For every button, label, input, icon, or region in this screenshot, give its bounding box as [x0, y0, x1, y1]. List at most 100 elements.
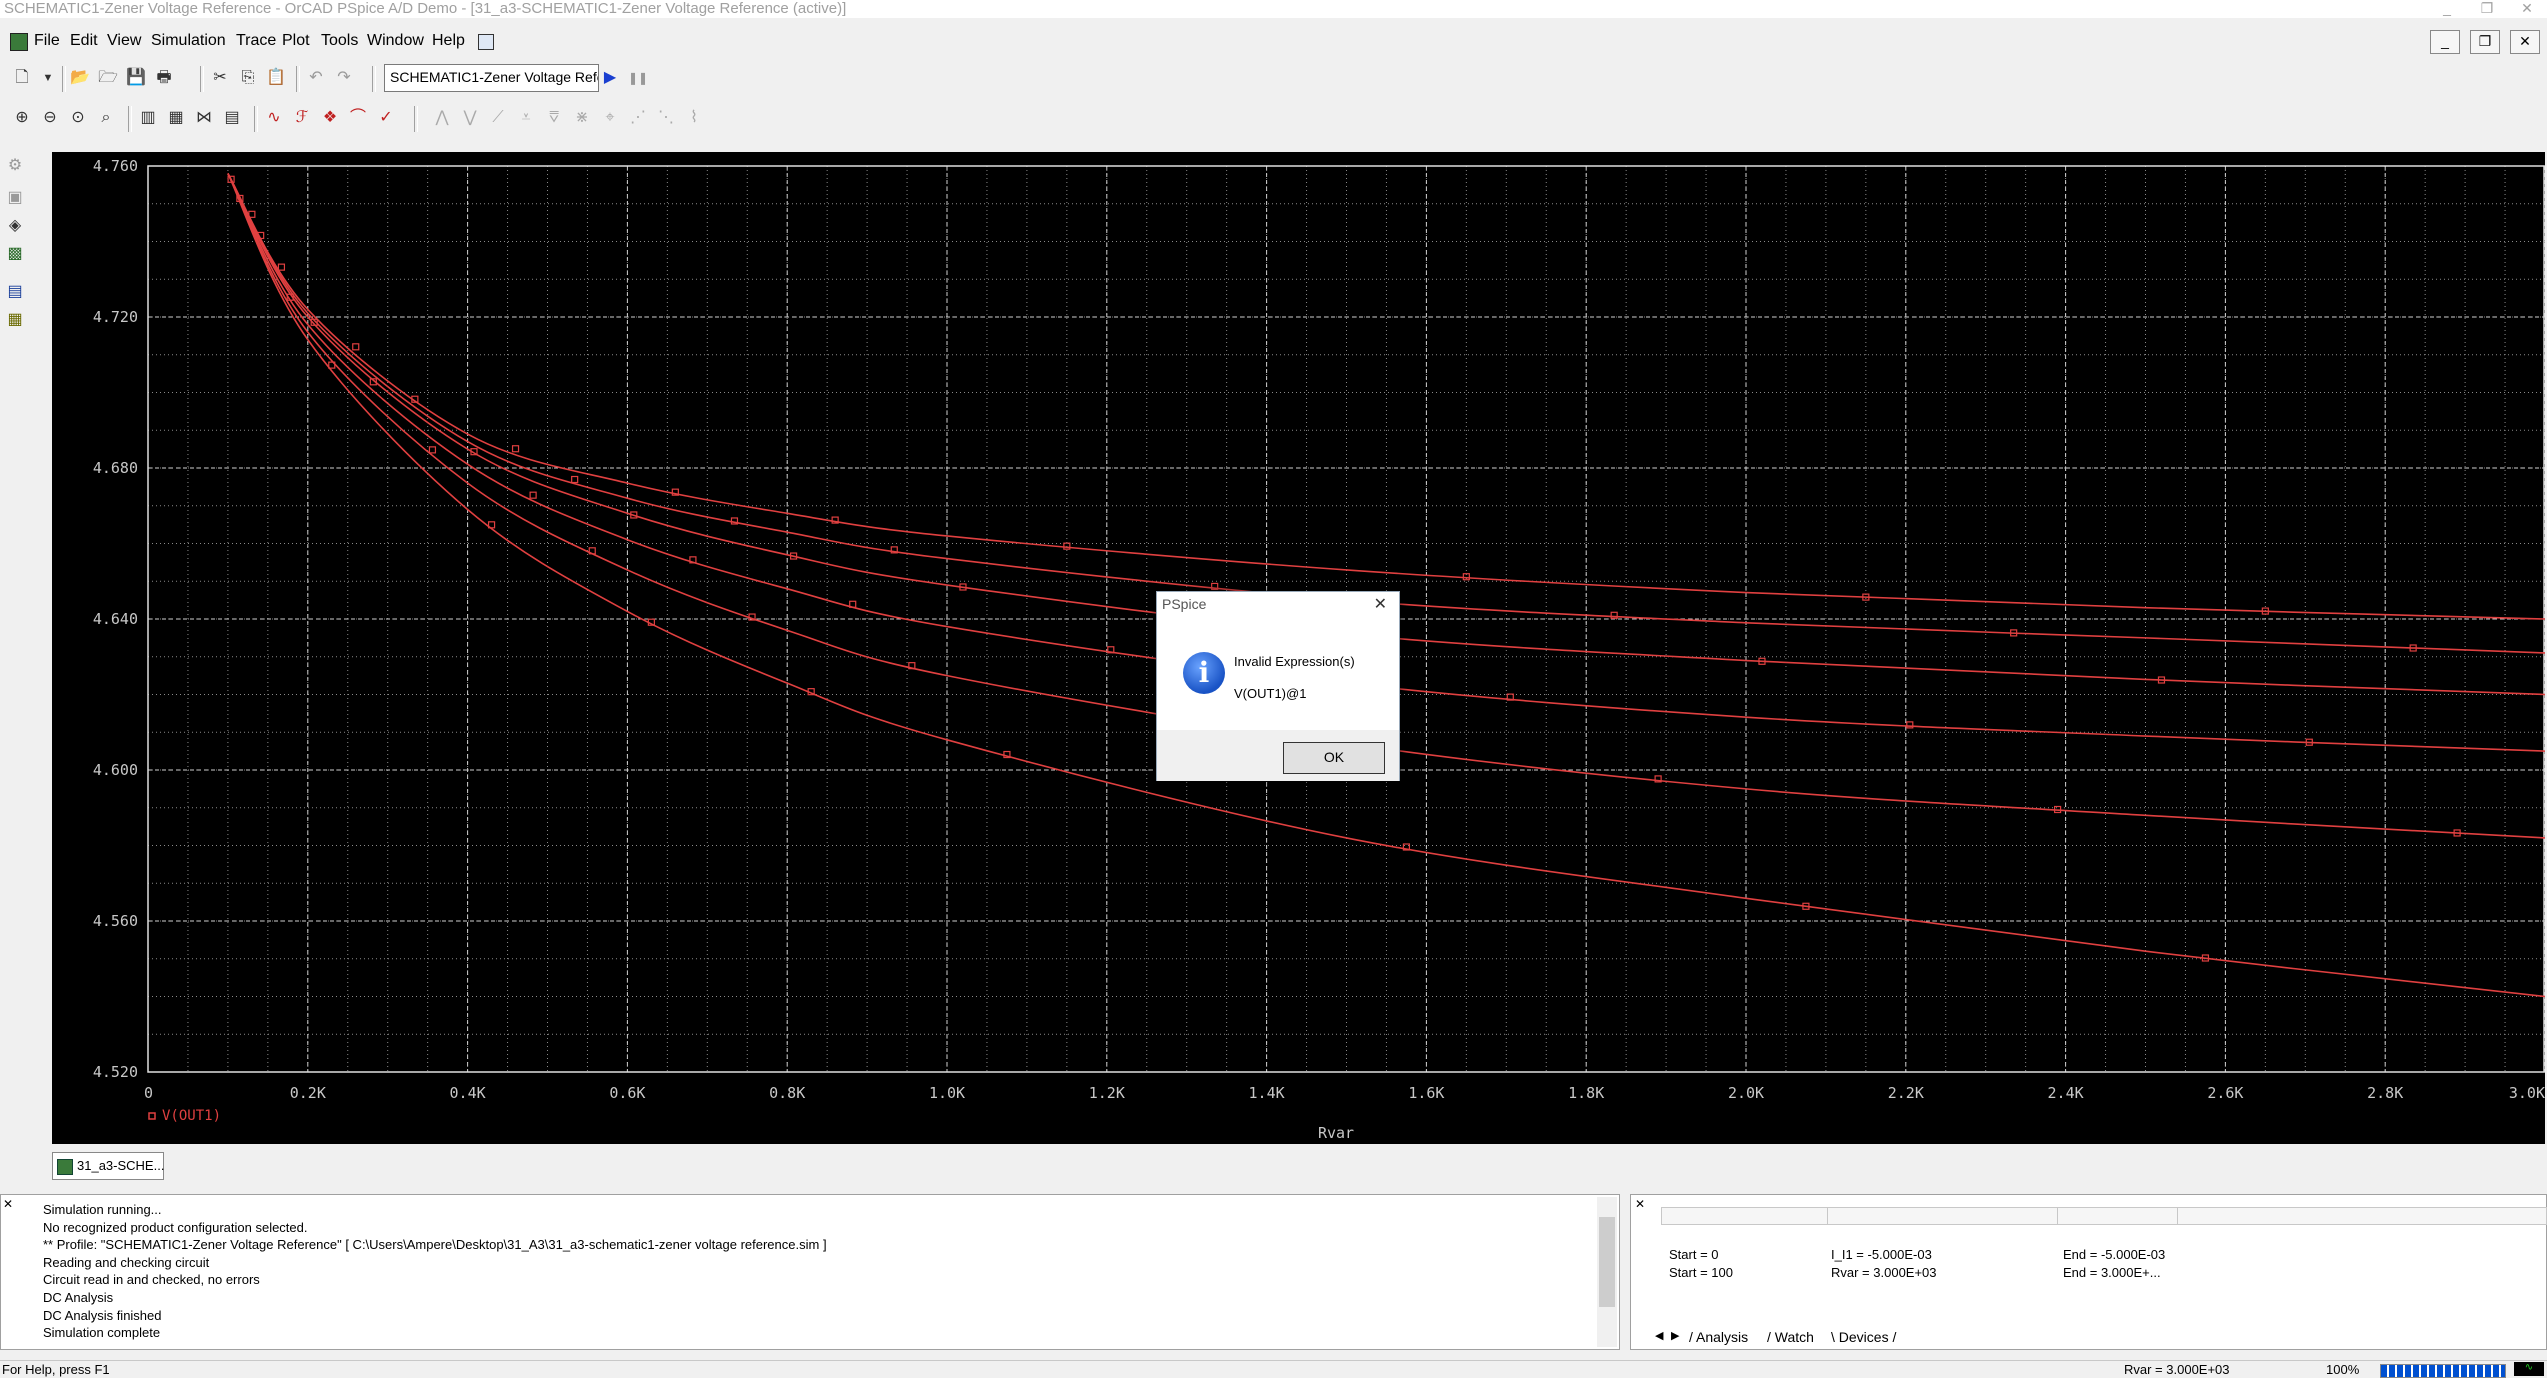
- y-tick-label: 4.600: [93, 761, 138, 779]
- menu-help[interactable]: Help: [432, 32, 465, 50]
- status-bar: For Help, press F1 Rvar = 3.000E+03 100%…: [0, 1360, 2547, 1378]
- sweep-start: Start = 0: [1669, 1247, 1719, 1262]
- cursor-peak-icon[interactable]: ⋀: [430, 106, 454, 130]
- menu-view[interactable]: View: [107, 32, 141, 50]
- eval-goal-icon[interactable]: ℱ: [290, 106, 314, 130]
- tab-analysis[interactable]: / Analysis: [1689, 1329, 1748, 1345]
- new-dropdown-icon[interactable]: ▼: [36, 66, 60, 90]
- tab-analysis-label: Analysis: [1696, 1329, 1749, 1345]
- print-icon[interactable]: 🖶: [152, 66, 176, 90]
- pause-icon[interactable]: ❚❚: [626, 66, 650, 90]
- x-tick-label: 2.6K: [2207, 1084, 2243, 1102]
- toggle-cursor-icon[interactable]: ✓: [374, 106, 398, 130]
- open-folder-icon[interactable]: 🗁: [96, 66, 120, 90]
- run-icon[interactable]: ▶: [598, 66, 622, 90]
- undo-icon[interactable]: ↶: [304, 66, 328, 90]
- menu-edit[interactable]: Edit: [70, 32, 98, 50]
- x-tick-label: 0.8K: [769, 1084, 805, 1102]
- mdi-close-button[interactable]: ✕: [2510, 30, 2540, 54]
- menu-trace[interactable]: Trace: [236, 32, 276, 50]
- zoom-in-icon[interactable]: ⊕: [10, 106, 34, 130]
- sweep-param: Rvar = 3.000E+03: [1831, 1265, 1937, 1280]
- status-header-cell: [1827, 1207, 2059, 1225]
- previous-transition-icon[interactable]: ⋱: [654, 106, 678, 130]
- menu-file[interactable]: File: [34, 32, 60, 50]
- paste-icon[interactable]: 📋: [264, 66, 288, 90]
- cut-icon[interactable]: ✂: [208, 66, 232, 90]
- output-line: DC Analysis: [43, 1289, 114, 1305]
- log-x-axis-icon[interactable]: ▥: [136, 106, 160, 130]
- y-tick-label: 4.720: [93, 308, 138, 326]
- save-icon[interactable]: 💾: [124, 66, 148, 90]
- dialog-close-button[interactable]: ✕: [1374, 594, 1387, 614]
- log-y-axis-icon[interactable]: ▤: [220, 106, 244, 130]
- zoom-out-icon[interactable]: ⊖: [38, 106, 62, 130]
- output-line: Reading and checking circuit: [43, 1254, 210, 1270]
- menu-bar: File Edit View Simulation Trace Plot Too…: [0, 28, 2547, 54]
- zoom-area-icon[interactable]: ⊙: [66, 106, 90, 130]
- cursor-icon[interactable]: ⌒: [346, 106, 370, 130]
- tab-devices[interactable]: \ Devices /: [1831, 1329, 1896, 1345]
- watch-icon[interactable]: ◈: [3, 214, 27, 238]
- toolbar-separator: [128, 106, 132, 132]
- toolbar-separator: [62, 66, 66, 92]
- redo-icon[interactable]: ↷: [332, 66, 356, 90]
- window-minimize-button[interactable]: _: [2432, 0, 2462, 18]
- sweep-end: End = 3.000E+...: [2063, 1265, 2161, 1280]
- new-icon[interactable]: 🗋: [10, 66, 34, 90]
- mark-data-icon[interactable]: ❖: [318, 106, 342, 130]
- ok-button[interactable]: OK: [1283, 742, 1385, 774]
- context-help-icon[interactable]: [478, 34, 494, 50]
- mdi-minimize-button[interactable]: _: [2430, 30, 2460, 54]
- window-close-button[interactable]: ✕: [2512, 0, 2542, 18]
- output-scrollbar[interactable]: [1597, 1197, 1617, 1347]
- document-tab[interactable]: 31_a3-SCHE...: [52, 1152, 164, 1180]
- trace-marker: [352, 343, 360, 351]
- settings-icon[interactable]: ⚙: [3, 154, 27, 178]
- menu-plot[interactable]: Plot: [282, 32, 310, 50]
- error-dialog[interactable]: PSpice ✕ i Invalid Expression(s) V(OUT1)…: [1156, 591, 1400, 781]
- legend-trace-name[interactable]: V(OUT1): [162, 1108, 221, 1124]
- sim-output-icon[interactable]: ▣: [3, 186, 27, 210]
- title-bar: SCHEMATIC1-Zener Voltage Reference - OrC…: [0, 0, 2547, 18]
- mdi-restore-button[interactable]: ❐: [2470, 30, 2500, 54]
- zoom-fit-icon[interactable]: ⌕: [94, 106, 118, 130]
- cursor-search-icon[interactable]: ⌖: [598, 106, 622, 130]
- app-doc-icon[interactable]: [10, 33, 28, 51]
- cursor-min-icon[interactable]: ⩡: [514, 106, 538, 130]
- status-close-icon[interactable]: ✕: [1635, 1197, 1645, 1211]
- menu-window[interactable]: Window: [367, 32, 424, 50]
- y-tick-label: 4.640: [93, 610, 138, 628]
- output-log: Simulation running... No recognized prod…: [43, 1201, 827, 1342]
- cursor-max-icon[interactable]: ⩢: [542, 106, 566, 130]
- performance-icon[interactable]: ⋈: [192, 106, 216, 130]
- information-icon: i: [1183, 652, 1225, 694]
- fourier-icon[interactable]: ▦: [164, 106, 188, 130]
- cursor-trough-icon[interactable]: ⋁: [458, 106, 482, 130]
- dialog-title: PSpice: [1162, 596, 1207, 612]
- next-transition-icon[interactable]: ⋰: [626, 106, 650, 130]
- scrollbar-thumb[interactable]: [1599, 1217, 1615, 1307]
- simulation-profile-combo[interactable]: SCHEMATIC1-Zener Voltage Refe: [384, 64, 599, 92]
- bias-icon[interactable]: ▩: [3, 242, 27, 266]
- output-close-icon[interactable]: ✕: [3, 1197, 13, 1211]
- document-tab-label: 31_a3-SCHE...: [77, 1158, 165, 1173]
- window-title: SCHEMATIC1-Zener Voltage Reference - OrC…: [4, 0, 847, 17]
- cursor-point-icon[interactable]: ⋇: [570, 106, 594, 130]
- toolbar-separator: [372, 66, 376, 92]
- add-trace-icon[interactable]: ∿: [262, 106, 286, 130]
- output-window-icon[interactable]: ▤: [3, 280, 27, 304]
- status-window-icon[interactable]: ▦: [3, 308, 27, 332]
- copy-icon[interactable]: ⎘: [236, 66, 260, 90]
- menu-simulation[interactable]: Simulation: [151, 32, 226, 50]
- cursor-slope-icon[interactable]: ⟋: [486, 106, 510, 130]
- status-zoom: 100%: [2326, 1362, 2360, 1377]
- open-icon[interactable]: 📂: [68, 66, 92, 90]
- x-tick-label: 1.4K: [1249, 1084, 1285, 1102]
- menu-tools[interactable]: Tools: [321, 32, 358, 50]
- window-restore-button[interactable]: ❐: [2472, 0, 2502, 18]
- tab-scroll-left-icon[interactable]: ◀: [1655, 1329, 1663, 1342]
- label-point-icon[interactable]: ⌇: [682, 106, 706, 130]
- tab-watch[interactable]: / Watch: [1767, 1329, 1814, 1345]
- tab-scroll-right-icon[interactable]: ▶: [1671, 1329, 1679, 1342]
